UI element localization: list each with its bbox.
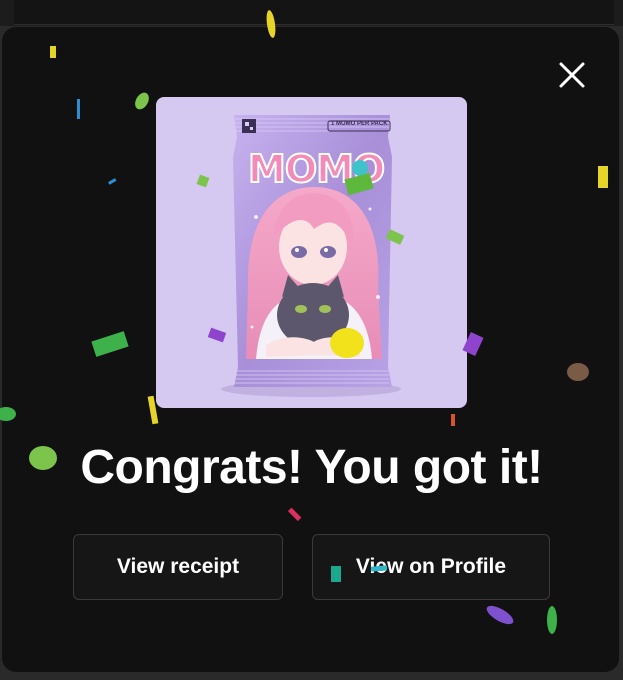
pack-tag: 1 MOMO PER PACK (331, 121, 388, 127)
backdrop (0, 0, 623, 26)
pack-image-card: MOMO 1 MOMO PER PACK (156, 97, 467, 408)
pack-brand-title: MOMO (247, 146, 386, 192)
close-icon (559, 62, 585, 88)
view-on-profile-button[interactable]: View on Profile (312, 534, 550, 600)
close-button[interactable] (554, 57, 590, 93)
card-pack-illustration (221, 115, 401, 397)
congrats-headline: Congrats! You got it! (80, 441, 543, 494)
backdrop-panel (14, 0, 614, 25)
view-receipt-button[interactable]: View receipt (73, 534, 283, 600)
